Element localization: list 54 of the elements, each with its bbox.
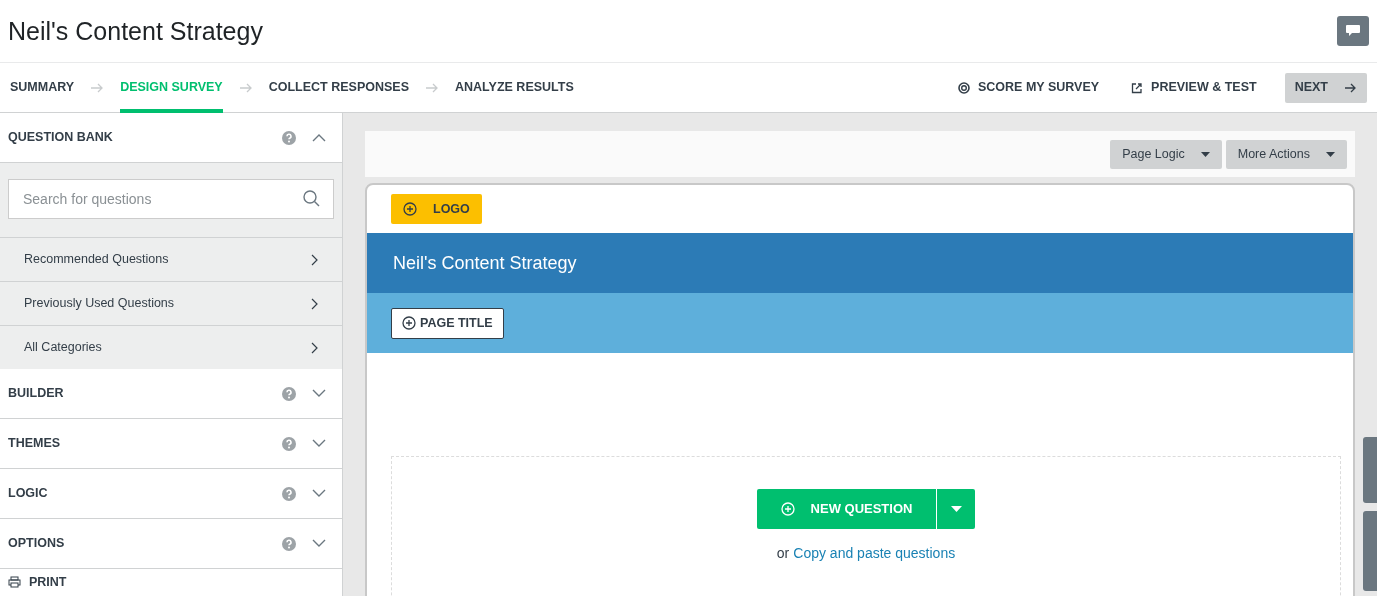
- dropdown-button[interactable]: Page Logic: [1110, 139, 1222, 169]
- copy-paste-link[interactable]: Copy and paste questions: [793, 543, 956, 564]
- target-icon: [957, 81, 970, 94]
- speech-bubble-icon: [1345, 24, 1361, 38]
- external-link-icon: [1131, 81, 1144, 94]
- help-icon[interactable]: [282, 486, 296, 501]
- arrow-icon: [1344, 82, 1357, 93]
- printer-icon: [8, 576, 21, 588]
- add-page-title-button[interactable]: PAGE TITLE: [391, 307, 504, 339]
- plus-icon: [402, 316, 416, 330]
- step-tab[interactable]: COLLECT RESPONSES: [268, 62, 409, 113]
- arrow-icon: [425, 82, 439, 93]
- question-bank-item[interactable]: Recommended Questions: [0, 237, 342, 281]
- caret-icon: [1200, 151, 1210, 157]
- section-title: OPTIONS: [8, 535, 66, 553]
- survey-title: Neil's Content Strategy: [8, 16, 263, 46]
- caret-icon: [950, 506, 962, 512]
- next-button[interactable]: NEXT: [1284, 72, 1367, 103]
- expand-icon[interactable]: [312, 439, 326, 448]
- chevron-right-icon: [311, 297, 318, 310]
- add-logo-button[interactable]: LOGO: [391, 194, 482, 224]
- question-bank-item[interactable]: All Categories: [0, 325, 342, 369]
- caret-icon: [1326, 151, 1335, 157]
- arrow-icon: [90, 82, 105, 93]
- print-link[interactable]: PRINT: [29, 572, 67, 592]
- survey-heading: Neil's Content Strategy: [393, 251, 577, 275]
- plus-icon: [780, 502, 795, 516]
- chevron-right-icon: [311, 341, 318, 354]
- section-title: QUESTION BANK: [8, 129, 114, 147]
- or-label: or: [776, 544, 790, 563]
- collapse-icon[interactable]: [312, 133, 326, 142]
- help-icon[interactable]: [282, 130, 296, 145]
- help-icon[interactable]: [282, 436, 296, 451]
- expand-icon[interactable]: [312, 489, 326, 498]
- feedback-button[interactable]: [1337, 16, 1369, 46]
- dropdown-toggle[interactable]: [936, 489, 976, 529]
- step-tab[interactable]: SUMMARY: [10, 62, 75, 113]
- question-bank-item[interactable]: Previously Used Questions: [0, 281, 342, 325]
- section-title: THEMES: [8, 435, 62, 453]
- plus-icon: [403, 202, 417, 216]
- expand-icon[interactable]: [312, 389, 326, 398]
- chevron-right-icon: [311, 253, 318, 266]
- section-title: BUILDER: [8, 385, 65, 403]
- expand-icon[interactable]: [312, 539, 326, 548]
- help-icon[interactable]: [282, 386, 296, 401]
- search-field[interactable]: Search for questions: [8, 179, 334, 219]
- arrow-icon: [238, 82, 253, 93]
- dropdown-button[interactable]: More Actions: [1225, 139, 1347, 169]
- toolbar-action[interactable]: PREVIEW & TEST: [1119, 78, 1269, 97]
- section-title: LOGIC: [8, 485, 49, 503]
- help-icon[interactable]: [282, 536, 296, 551]
- search-icon: [303, 190, 320, 207]
- step-tab[interactable]: ANALYZE RESULTS: [455, 62, 574, 113]
- toolbar-action[interactable]: SCORE MY SURVEY: [945, 78, 1112, 97]
